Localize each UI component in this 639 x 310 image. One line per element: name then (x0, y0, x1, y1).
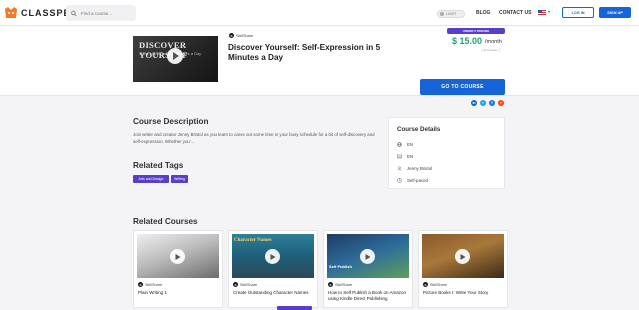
toggle-knob (440, 12, 444, 16)
login-button[interactable]: LOG IN (562, 7, 594, 18)
price-period: /month (485, 39, 502, 45)
provider-name: SkillShare (236, 33, 254, 38)
chevron-down-icon[interactable]: ▾ (548, 9, 550, 14)
detail-subtitles-value: EN (407, 154, 414, 159)
related-tags-heading: Related Tags (133, 161, 184, 170)
skillshare-logo-icon: S (229, 33, 234, 38)
skillshare-logo-icon: S (328, 282, 333, 287)
course-description-heading: Course Description (133, 117, 209, 126)
provider-name: SkillShare (240, 282, 258, 287)
signup-button[interactable]: SIGN UP (599, 7, 631, 18)
play-icon[interactable] (265, 249, 280, 264)
provider[interactable]: S SkillShare (229, 33, 253, 38)
pricing-badge: UNDER 5 PRICING (447, 28, 505, 34)
twitter-icon[interactable]: t (480, 100, 486, 106)
course-card-provider: S SkillShare (138, 282, 162, 287)
play-icon[interactable] (170, 249, 185, 264)
price: $ 15.00 (452, 36, 483, 46)
detail-subtitles: EN (397, 154, 413, 159)
course-card-provider: S SkillShare (423, 282, 447, 287)
go-to-course-button[interactable]: GO TO COURSE (420, 79, 505, 95)
skillshare-logo-icon: S (423, 282, 428, 287)
skillshare-logo-icon: S (233, 282, 238, 287)
detail-instructor: Jenny Bristol (397, 166, 432, 171)
course-details-panel: Course Details EN EN Jenny Bristol Self-… (388, 117, 505, 189)
globe-icon (397, 142, 402, 147)
provider-name: SkillShare (145, 282, 163, 287)
subtitles-icon (397, 154, 402, 159)
course-card-title[interactable]: Picture Books I: Write Your Story (423, 290, 505, 296)
detail-instructor-value: Jenny Bristol (407, 166, 433, 171)
play-icon[interactable] (167, 48, 183, 64)
course-card-title[interactable]: Create Outstanding Character Names (233, 290, 315, 296)
theme-toggle[interactable]: LIGHT (437, 10, 465, 18)
course-card-provider: S SkillShare (233, 282, 257, 287)
detail-pace: Self-paced (397, 178, 428, 183)
skillshare-logo-icon: S (138, 282, 143, 287)
instructor-icon (397, 166, 402, 171)
price-note: + All Courses ⓘ (481, 48, 502, 52)
toggle-label: LIGHT (446, 12, 457, 16)
course-title: Discover Yourself: Self-Expression in 5 … (228, 43, 381, 62)
course-card-provider: S SkillShare (328, 282, 352, 287)
course-card[interactable]: S SkillShare Plain Writing 1 (133, 230, 223, 308)
thumbnail-caption: Self Publish (329, 264, 352, 269)
related-courses-heading: Related Courses (133, 217, 198, 226)
course-description-text: Join writer and creator Jenny Bristol as… (133, 132, 375, 144)
reddit-icon[interactable]: r (498, 100, 504, 106)
course-card-title[interactable]: How to Self Publish a Book on Amazon usi… (328, 290, 410, 302)
search-input[interactable] (81, 10, 136, 16)
nav-link-contact[interactable]: CONTACT US (499, 10, 531, 16)
classpert-logo-icon (5, 7, 17, 18)
detail-pace-value: Self-paced (407, 178, 428, 183)
course-card-thumbnail[interactable]: Character Names (232, 234, 314, 278)
course-card[interactable]: Self Publish S SkillShare How to Self Pu… (323, 230, 413, 308)
linkedin-icon[interactable]: in (471, 100, 477, 106)
provider-name: SkillShare (335, 282, 353, 287)
course-header: DISCOVER YOURSELF Self-Expression in 5 M… (0, 26, 639, 106)
nav-link-blog[interactable]: BLOG (476, 10, 490, 16)
search-icon (71, 10, 77, 16)
course-card-badge (277, 306, 312, 310)
course-card[interactable]: S SkillShare Picture Books I: Write Your… (418, 230, 508, 308)
tag-writing[interactable]: Writing (171, 175, 188, 183)
course-details-heading: Course Details (397, 126, 441, 133)
tag-arts-and-design[interactable]: Arts and Design (133, 175, 169, 183)
thumbnail-caption: Character Names (234, 238, 272, 243)
course-card[interactable]: Character Names S SkillShare Create Outs… (228, 230, 318, 310)
top-navbar: CLASSPERT LIGHT BLOG CONTACT US ▾ LOG IN… (0, 0, 639, 26)
clock-icon (397, 178, 402, 183)
detail-language-value: EN (407, 142, 414, 147)
provider-name: SkillShare (430, 282, 448, 287)
search-box[interactable] (66, 5, 136, 21)
course-card-thumbnail[interactable] (422, 234, 504, 278)
course-card-thumbnail[interactable] (137, 234, 219, 278)
course-card-thumbnail[interactable]: Self Publish (327, 234, 409, 278)
us-flag-icon[interactable] (538, 10, 546, 16)
play-icon[interactable] (455, 249, 470, 264)
course-card-title[interactable]: Plain Writing 1 (138, 290, 220, 296)
detail-language: EN (397, 142, 413, 147)
facebook-icon[interactable]: f (489, 100, 495, 106)
play-icon[interactable] (360, 249, 375, 264)
